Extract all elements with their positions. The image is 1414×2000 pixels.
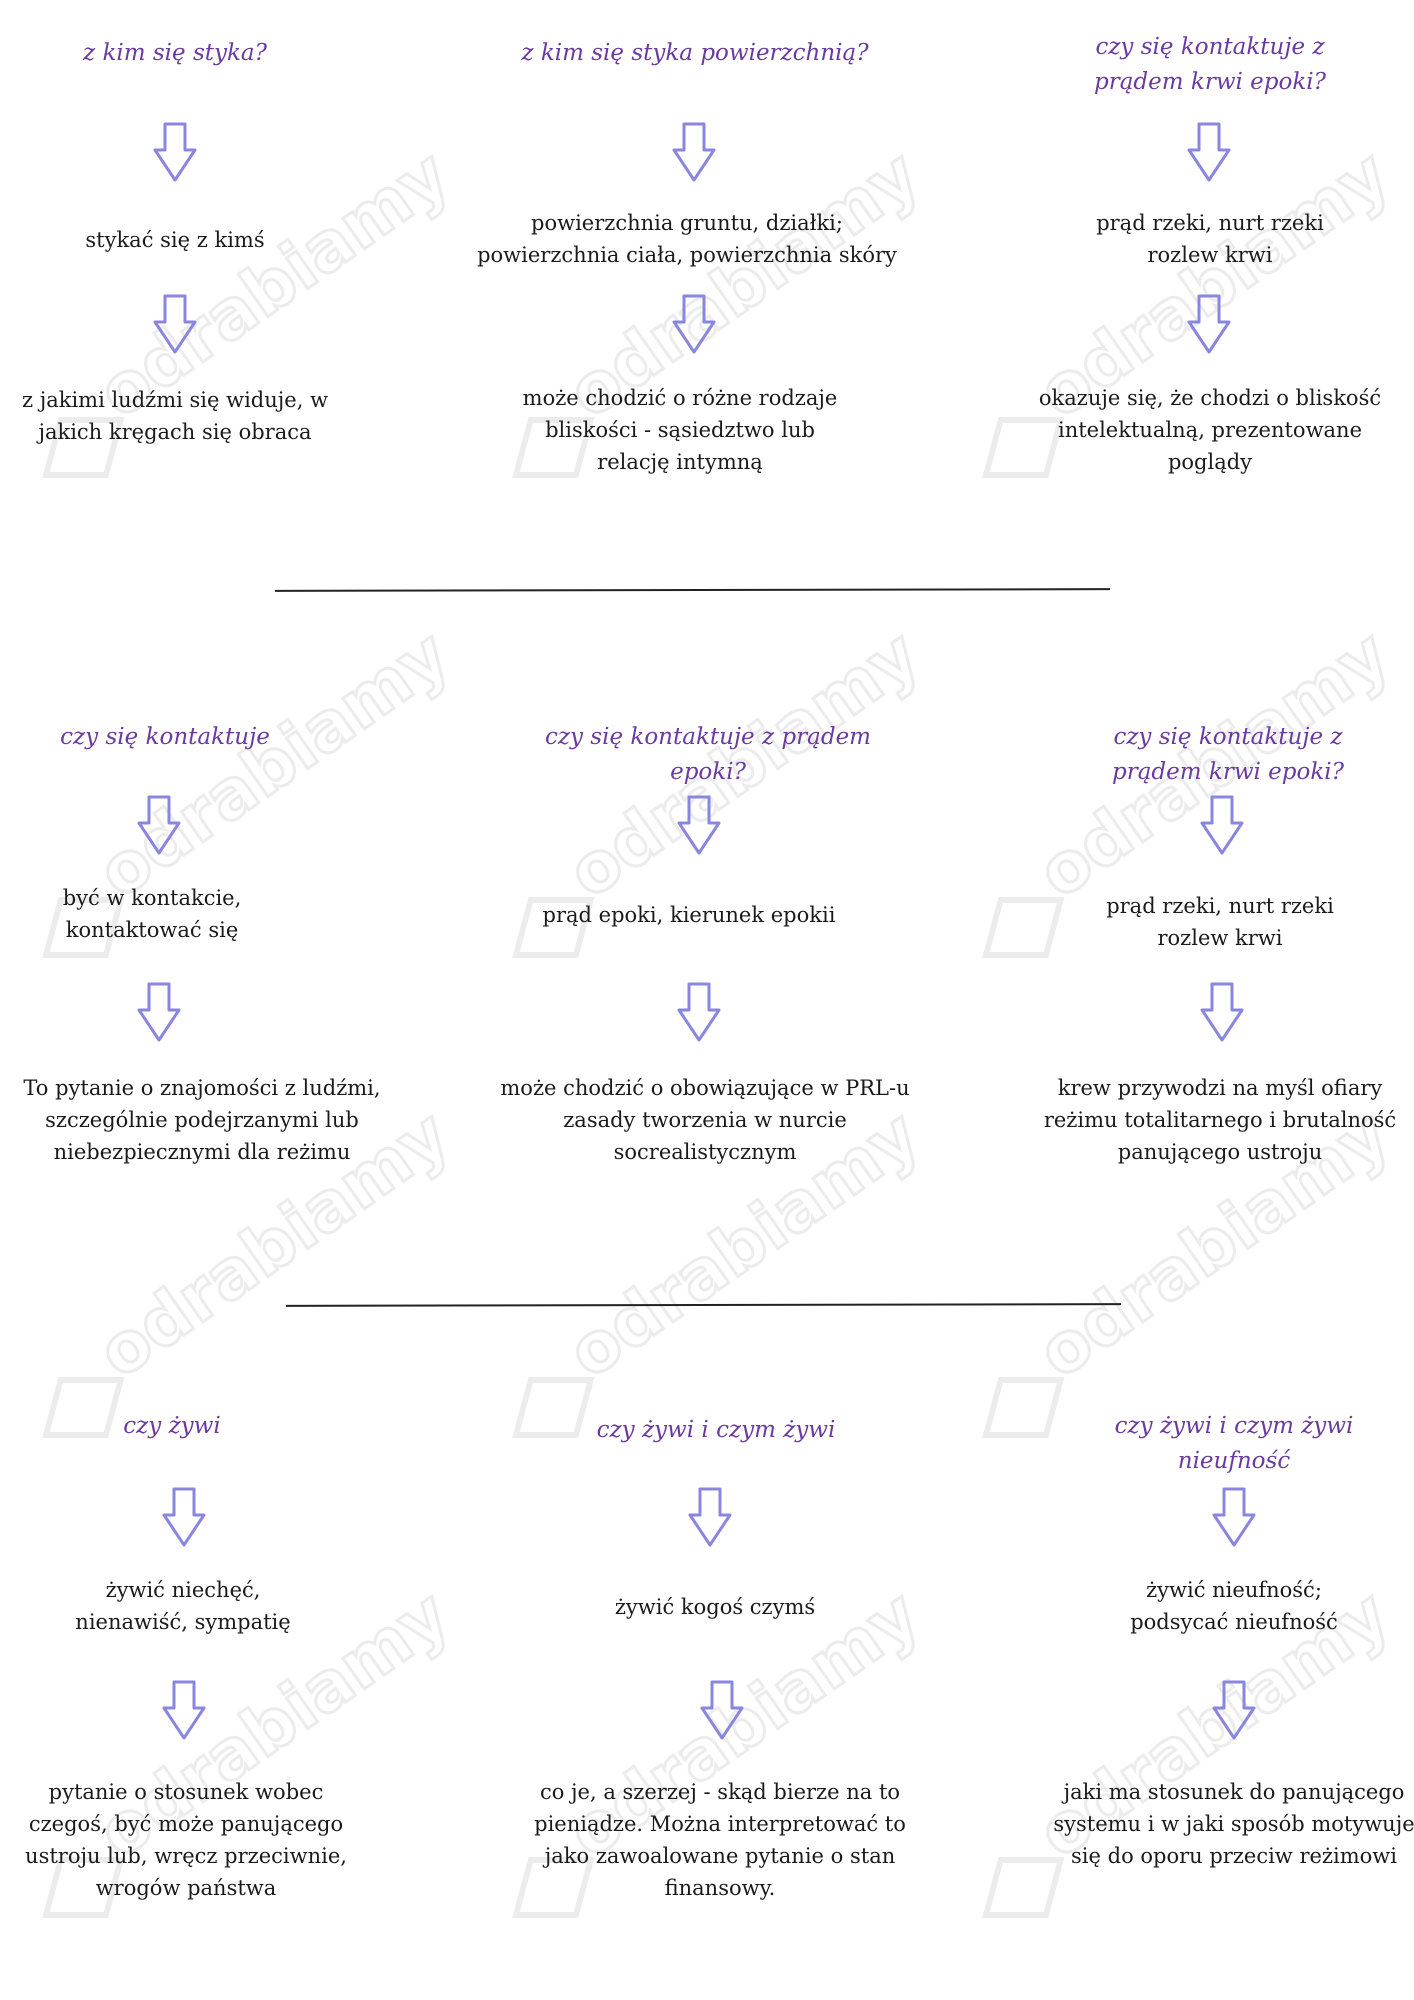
meaning-text: być w kontakcie, kontaktować się: [62, 886, 242, 942]
interpretation-text: krew przywodzi na myśl ofiary reżimu tot…: [1043, 1076, 1397, 1164]
question-label: czy się kontaktuje: [60, 724, 270, 750]
down-arrow-icon: [677, 795, 721, 855]
section-divider: [274, 588, 1111, 592]
meaning-text: prąd epoki, kierunek epokii: [542, 903, 836, 927]
interpretation-text: z jakimi ludźmi się widuje, w jakich krę…: [21, 388, 329, 444]
down-arrow-icon: [700, 1680, 744, 1740]
interpretation-text: To pytanie o znajomości z ludźmi, szczeg…: [23, 1076, 381, 1164]
down-arrow-icon: [672, 294, 716, 354]
down-arrow-icon: [162, 1487, 206, 1547]
interpretation-text: może chodzić o różne rodzaje bliskości -…: [522, 386, 838, 474]
meaning-text: prąd rzeki, nurt rzeki rozlew krwi: [1106, 894, 1334, 950]
down-arrow-icon: [1187, 294, 1231, 354]
question-label: czy żywi i czym żywi: [596, 1417, 836, 1443]
question-label: z kim się styka?: [83, 40, 267, 66]
down-arrow-icon: [153, 294, 197, 354]
section-divider: [285, 1303, 1122, 1307]
down-arrow-icon: [1187, 122, 1231, 182]
interpretation-text: może chodzić o obowiązujące w PRL-u zasa…: [500, 1076, 910, 1164]
down-arrow-icon: [1200, 982, 1244, 1042]
meaning-text: żywić nieufność; podsycać nieufność: [1130, 1578, 1338, 1634]
question-label: czy się kontaktuje z prądem krwi epoki?: [1112, 724, 1344, 785]
meaning-text: powierzchnia gruntu, działki; powierzchn…: [477, 211, 897, 267]
interpretation-text: co je, a szerzej - skąd bierze na to pie…: [534, 1780, 906, 1900]
down-arrow-icon: [688, 1487, 732, 1547]
meaning-text: stykać się z kimś: [85, 228, 265, 252]
down-arrow-icon: [1212, 1680, 1256, 1740]
meaning-text: prąd rzeki, nurt rzeki rozlew krwi: [1096, 211, 1324, 267]
down-arrow-icon: [162, 1680, 206, 1740]
question-label: czy się kontaktuje z prądem krwi epoki?: [1094, 34, 1326, 95]
meaning-text: żywić niechęć, nienawiść, sympatię: [75, 1578, 291, 1634]
question-label: czy się kontaktuje z prądem epoki?: [545, 724, 871, 785]
down-arrow-icon: [137, 982, 181, 1042]
down-arrow-icon: [672, 122, 716, 182]
down-arrow-icon: [137, 795, 181, 855]
interpretation-text: pytanie o stosunek wobec czegoś, być moż…: [25, 1780, 347, 1900]
down-arrow-icon: [677, 982, 721, 1042]
down-arrow-icon: [1212, 1487, 1256, 1547]
down-arrow-icon: [153, 122, 197, 182]
question-label: czy żywi: [123, 1413, 221, 1439]
interpretation-text: jaki ma stosunek do panującego systemu i…: [1053, 1780, 1414, 1868]
question-label: z kim się styka powierzchnią?: [521, 40, 869, 66]
question-label: czy żywi i czym żywi nieufność: [1114, 1413, 1354, 1474]
interpretation-text: okazuje się, że chodzi o bliskość intele…: [1038, 386, 1382, 474]
down-arrow-icon: [1200, 795, 1244, 855]
meaning-text: żywić kogoś czymś: [614, 1595, 816, 1619]
